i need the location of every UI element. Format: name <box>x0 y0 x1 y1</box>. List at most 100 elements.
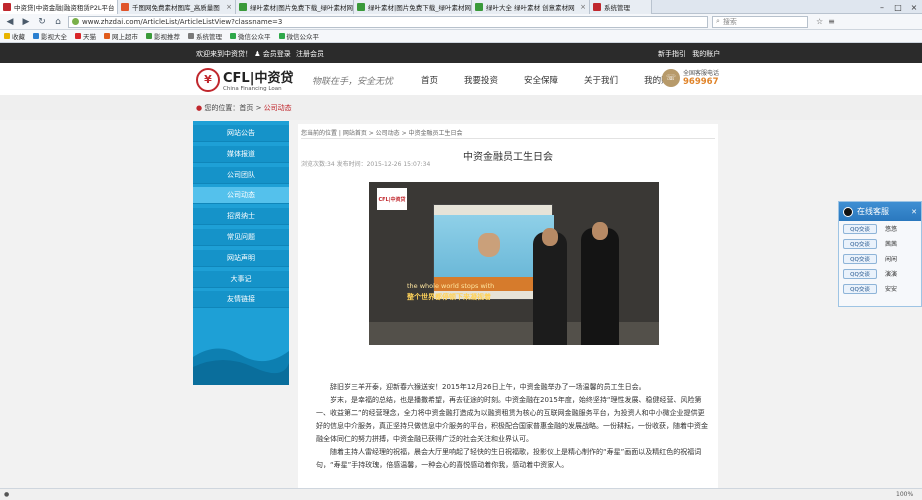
favorite-item[interactable]: 影视推荐 <box>146 31 180 41</box>
nav-item[interactable]: 首页 <box>421 74 438 86</box>
browser-tab[interactable]: 中资贷|中资金融|融资租赁P2L平台× <box>0 0 118 14</box>
minimize-icon[interactable]: – <box>874 0 890 14</box>
favorite-label: 微信公众平 <box>238 33 271 41</box>
favorite-icon <box>188 33 194 39</box>
qq-agent-row: QQ交谈 安安 <box>839 281 921 296</box>
hotline: ☏ 全国客服电话 969967 <box>662 68 719 87</box>
browser-address-bar: ◀ ▶ ↻ ⌂ www.zhzdai.com/ArticleList/Artic… <box>0 14 922 30</box>
favorite-item[interactable]: 收藏 <box>4 31 25 41</box>
favorite-icon <box>278 33 285 39</box>
favorite-item[interactable]: 系统管理 <box>188 31 222 41</box>
sidebar-item[interactable]: 招贤纳士 <box>193 208 289 226</box>
back-icon[interactable]: ◀ <box>4 16 16 28</box>
url-field[interactable]: www.zhzdai.com/ArticleList/ArticleListVi… <box>68 15 708 28</box>
favorite-label: 网上超市 <box>112 33 138 41</box>
favorite-item[interactable]: 微信公众平 <box>278 31 320 41</box>
guide-link[interactable]: 新手指引 <box>658 50 686 58</box>
tab-favicon-icon <box>475 3 483 11</box>
qq-agent-name: 演演 <box>885 271 898 278</box>
qq-chat-button[interactable]: QQ交谈 <box>843 223 877 234</box>
tab-close-icon[interactable]: × <box>578 3 586 11</box>
tab-favicon-icon <box>357 3 365 11</box>
tab-label: 中资贷|中资金融|融资租赁P2L平台 <box>14 4 115 12</box>
tab-label: 绿叶大全 绿叶素材 创意素材网 <box>486 4 575 12</box>
qq-chat-button[interactable]: QQ交谈 <box>843 283 877 294</box>
breadcrumb-home[interactable]: 首页 <box>239 104 253 112</box>
browser-tab-bar: 中资贷|中资金融|融资租赁P2L平台×千图网免费素材图库_高质量图×绿叶素材|图… <box>0 0 922 14</box>
article-paragraph: 辞旧岁三羊开泰，迎新春六猴送安！2015年12月26日上午，中资金融举办了一场温… <box>330 383 646 391</box>
zoom-level[interactable]: 100% <box>896 491 913 498</box>
tab-favicon-icon <box>593 3 601 11</box>
star-icon[interactable]: ☆ <box>816 17 823 26</box>
qq-service-widget: 在线客服 ✕ QQ交谈 悠悠 QQ交谈 茜茜 QQ交谈 闲闲 QQ交谈 演演 QQ交谈 安安 <box>838 201 922 307</box>
qq-agent-row: QQ交谈 演演 <box>839 266 921 281</box>
hotline-label: 全国客服电话 <box>683 70 720 77</box>
menu-icon[interactable]: ≡ <box>828 17 835 26</box>
browser-tab[interactable]: 系统管理 <box>590 0 652 14</box>
tab-label: 绿叶素材|图片免费下载_绿叶素材网 <box>250 4 353 12</box>
sidebar-item[interactable]: 网站公告 <box>193 125 289 142</box>
qq-agent-row: QQ交谈 闲闲 <box>839 251 921 266</box>
login-link[interactable]: 会员登录 <box>263 50 291 58</box>
nav-item[interactable]: 关于我们 <box>584 74 618 86</box>
sidebar-item[interactable]: 常见问题 <box>193 229 289 246</box>
refresh-icon[interactable]: ↻ <box>36 16 48 28</box>
register-link[interactable]: 注册会员 <box>296 50 324 58</box>
favorite-item[interactable]: 微信公众平 <box>230 31 271 41</box>
sidebar-item[interactable]: 友情链接 <box>193 291 289 309</box>
qq-agent-name: 闲闲 <box>885 256 898 263</box>
close-window-icon[interactable]: × <box>906 0 922 14</box>
forward-icon[interactable]: ▶ <box>20 16 32 28</box>
favorite-icon <box>146 33 152 39</box>
search-field[interactable]: ⌕ 搜索 <box>712 15 808 28</box>
close-icon[interactable]: ✕ <box>911 208 917 216</box>
favorites-bar: 收藏 影视大全 天猫 网上超市 影视推荐 系统管理 微信公众平 微信公众平 <box>0 30 922 43</box>
favorite-label: 系统管理 <box>196 33 222 41</box>
tab-label: 系统管理 <box>604 4 630 12</box>
logo-subtitle: China Financing Loan <box>223 86 282 92</box>
maximize-icon[interactable]: □ <box>890 0 906 14</box>
article-panel: 您当前的位置 | 网站首页 > 公司动态 > 中资金融员工生日会 中资金融员工生… <box>298 124 718 500</box>
slogan: 物联在手，安全无忧 <box>312 77 394 87</box>
browser-tab[interactable]: 绿叶大全 绿叶素材 创意素材网 × <box>472 0 590 14</box>
nav-item[interactable]: 安全保障 <box>524 74 558 86</box>
favorite-icon <box>75 33 81 39</box>
favorite-item[interactable]: 网上超市 <box>104 31 138 41</box>
qq-agent-name: 茜茜 <box>885 241 898 248</box>
favorite-label: 微信公众平 <box>286 33 320 41</box>
qq-agent-row: QQ交谈 悠悠 <box>839 221 921 236</box>
favorite-label: 收藏 <box>12 33 25 41</box>
sidebar-item[interactable]: 公司动态 <box>193 187 289 205</box>
site-header: ¥ CFL|中资贷 China Financing Loan 物联在手，安全无忧… <box>0 63 922 95</box>
qq-chat-button[interactable]: QQ交谈 <box>843 253 877 264</box>
favorite-icon <box>104 33 110 39</box>
breadcrumb-prefix: 您的位置： <box>204 104 240 112</box>
favorite-item[interactable]: 影视大全 <box>33 31 67 41</box>
status-icon: ● <box>4 491 10 498</box>
nav-item[interactable]: 我要投资 <box>464 74 498 86</box>
site-logo[interactable]: ¥ CFL|中资贷 China Financing Loan <box>196 67 293 92</box>
browser-tab[interactable]: 千图网免费素材图库_高质量图 × <box>118 0 236 14</box>
sidebar-wave-decoration <box>193 348 289 385</box>
article-paragraph: 随着主持人雷经理的祝福，晨会大厅里响起了轻快的生日祝福歌，投影仪上是精心制作的“… <box>316 448 702 469</box>
sidebar-item[interactable]: 媒体报道 <box>193 145 289 163</box>
qq-penguin-icon <box>843 206 853 217</box>
account-link[interactable]: 我的账户 <box>692 50 720 58</box>
photo-caption-cn: 整个世界都停顿下来凝视着 <box>407 293 491 301</box>
tab-label: 千图网免费素材图库_高质量图 <box>132 4 220 12</box>
logo-text: CFL|中资贷 <box>223 71 294 86</box>
article-photo: CFL|中资贷 the whole world stops with 整个世界都… <box>369 182 659 345</box>
tab-close-icon[interactable]: × <box>224 3 232 11</box>
sidebar-item[interactable]: 网站声明 <box>193 249 289 267</box>
qq-chat-button[interactable]: QQ交谈 <box>843 268 877 279</box>
sidebar-item[interactable]: 公司团队 <box>193 166 289 184</box>
sidebar-item[interactable]: 大事记 <box>193 270 289 288</box>
home-icon[interactable]: ⌂ <box>52 16 64 28</box>
qq-chat-button[interactable]: QQ交谈 <box>843 238 877 249</box>
browser-tab[interactable]: 绿叶素材|图片免费下载_绿叶素材网× <box>236 0 354 14</box>
breadcrumb-current: 公司动态 <box>263 104 292 112</box>
favorite-item[interactable]: 天猫 <box>75 31 96 41</box>
qq-agent-name: 安安 <box>885 286 898 293</box>
browser-tab[interactable]: 绿叶素材|图片免费下载_绿叶素材网× <box>354 0 472 14</box>
tab-label: 绿叶素材|图片免费下载_绿叶素材网 <box>368 4 471 12</box>
